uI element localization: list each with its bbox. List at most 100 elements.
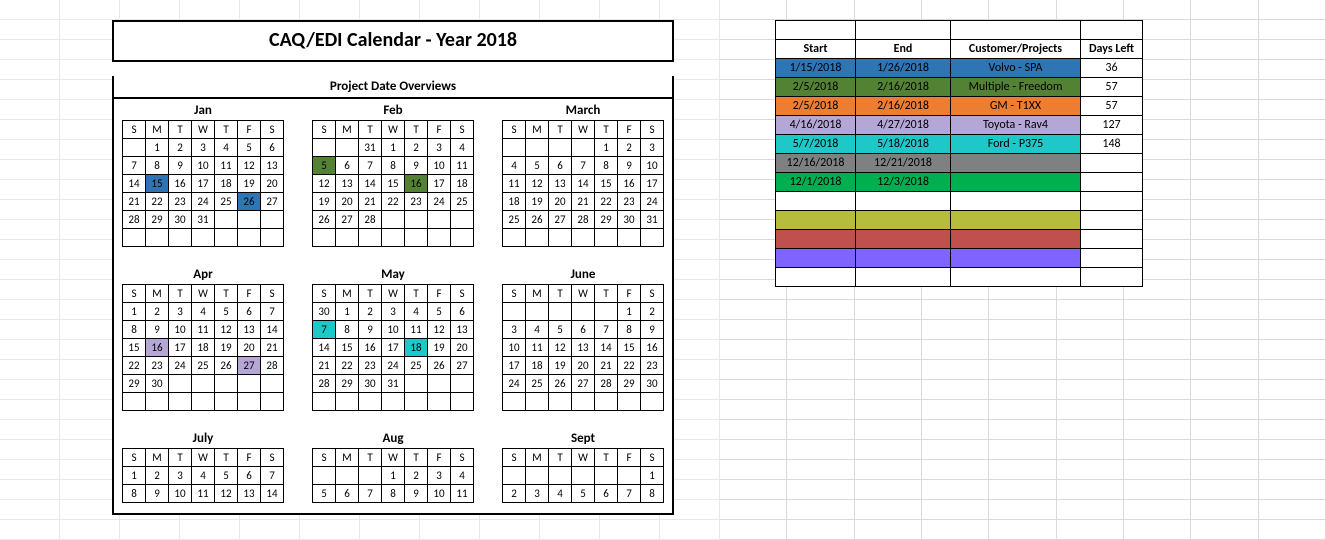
day-cell[interactable]: 19 — [428, 339, 451, 357]
day-cell[interactable]: 29 — [618, 375, 641, 393]
day-cell[interactable]: 2 — [405, 139, 428, 157]
day-cell[interactable]: 20 — [549, 193, 572, 211]
day-cell[interactable]: 11 — [192, 485, 215, 503]
table-cell[interactable] — [1081, 154, 1143, 173]
day-cell[interactable]: 9 — [405, 485, 428, 503]
day-cell[interactable]: 13 — [451, 321, 474, 339]
day-cell[interactable] — [169, 229, 192, 247]
day-cell[interactable]: 10 — [428, 485, 451, 503]
day-cell[interactable]: 25 — [451, 193, 474, 211]
day-cell[interactable]: 13 — [238, 321, 261, 339]
day-cell[interactable]: 3 — [428, 467, 451, 485]
day-cell[interactable]: 25 — [503, 211, 526, 229]
day-cell[interactable]: 11 — [503, 175, 526, 193]
table-cell[interactable]: Toyota - Rav4 — [951, 116, 1081, 135]
day-cell[interactable]: 16 — [359, 339, 382, 357]
day-cell[interactable]: 30 — [618, 211, 641, 229]
day-cell[interactable] — [146, 229, 169, 247]
day-cell[interactable]: 25 — [405, 357, 428, 375]
table-cell[interactable]: 2/5/2018 — [776, 78, 856, 97]
table-cell[interactable] — [1081, 192, 1143, 211]
day-cell[interactable] — [169, 393, 192, 411]
day-cell[interactable]: 10 — [192, 157, 215, 175]
day-cell[interactable]: 6 — [238, 467, 261, 485]
day-cell[interactable] — [238, 211, 261, 229]
day-cell[interactable]: 9 — [405, 157, 428, 175]
day-cell[interactable]: 4 — [549, 485, 572, 503]
day-cell[interactable] — [313, 393, 336, 411]
day-cell[interactable] — [238, 375, 261, 393]
day-cell[interactable] — [503, 393, 526, 411]
table-cell[interactable] — [856, 249, 951, 268]
day-cell[interactable] — [549, 467, 572, 485]
day-cell[interactable]: 29 — [123, 375, 146, 393]
day-cell[interactable]: 29 — [595, 211, 618, 229]
day-cell[interactable]: 15 — [382, 175, 405, 193]
day-cell[interactable] — [451, 229, 474, 247]
day-cell[interactable]: 28 — [261, 357, 284, 375]
day-cell[interactable] — [451, 375, 474, 393]
day-cell[interactable]: 31 — [192, 211, 215, 229]
day-cell[interactable]: 5 — [572, 485, 595, 503]
day-cell[interactable]: 31 — [382, 375, 405, 393]
day-cell[interactable] — [503, 229, 526, 247]
day-cell[interactable] — [428, 211, 451, 229]
day-cell[interactable]: 26 — [238, 193, 261, 211]
day-cell[interactable]: 4 — [192, 467, 215, 485]
table-cell[interactable] — [951, 268, 1081, 287]
day-cell[interactable]: 10 — [641, 157, 664, 175]
day-cell[interactable]: 23 — [169, 193, 192, 211]
day-cell[interactable] — [215, 393, 238, 411]
day-cell[interactable]: 22 — [595, 193, 618, 211]
day-cell[interactable]: 31 — [641, 211, 664, 229]
day-cell[interactable] — [618, 393, 641, 411]
day-cell[interactable]: 11 — [215, 157, 238, 175]
table-cell[interactable] — [1081, 173, 1143, 192]
day-cell[interactable]: 21 — [572, 193, 595, 211]
day-cell[interactable] — [572, 303, 595, 321]
day-cell[interactable]: 19 — [549, 357, 572, 375]
day-cell[interactable]: 10 — [169, 485, 192, 503]
day-cell[interactable]: 11 — [405, 321, 428, 339]
day-cell[interactable]: 6 — [595, 485, 618, 503]
day-cell[interactable]: 8 — [123, 485, 146, 503]
day-cell[interactable] — [215, 211, 238, 229]
day-cell[interactable] — [192, 229, 215, 247]
day-cell[interactable]: 20 — [451, 339, 474, 357]
day-cell[interactable]: 11 — [526, 339, 549, 357]
day-cell[interactable] — [261, 229, 284, 247]
day-cell[interactable]: 5 — [215, 467, 238, 485]
day-cell[interactable]: 12 — [238, 157, 261, 175]
day-cell[interactable]: 24 — [169, 357, 192, 375]
day-cell[interactable] — [313, 139, 336, 157]
day-cell[interactable] — [359, 229, 382, 247]
day-cell[interactable]: 10 — [169, 321, 192, 339]
day-cell[interactable]: 22 — [336, 357, 359, 375]
day-cell[interactable]: 6 — [451, 303, 474, 321]
day-cell[interactable]: 23 — [618, 193, 641, 211]
table-cell[interactable]: 2/16/2018 — [856, 97, 951, 116]
day-cell[interactable]: 19 — [215, 339, 238, 357]
day-cell[interactable]: 15 — [595, 175, 618, 193]
day-cell[interactable]: 5 — [313, 485, 336, 503]
day-cell[interactable] — [215, 229, 238, 247]
table-cell[interactable]: 127 — [1081, 116, 1143, 135]
day-cell[interactable] — [526, 467, 549, 485]
day-cell[interactable]: 26 — [526, 211, 549, 229]
day-cell[interactable]: 20 — [238, 339, 261, 357]
day-cell[interactable]: 28 — [572, 211, 595, 229]
day-cell[interactable]: 14 — [261, 485, 284, 503]
table-cell[interactable] — [1081, 268, 1143, 287]
day-cell[interactable]: 2 — [146, 467, 169, 485]
day-cell[interactable]: 31 — [359, 139, 382, 157]
day-cell[interactable] — [526, 393, 549, 411]
table-cell[interactable]: 5/7/2018 — [776, 135, 856, 154]
day-cell[interactable]: 17 — [428, 175, 451, 193]
day-cell[interactable]: 23 — [405, 193, 428, 211]
table-cell[interactable] — [776, 249, 856, 268]
day-cell[interactable]: 16 — [618, 175, 641, 193]
day-cell[interactable]: 8 — [123, 321, 146, 339]
day-cell[interactable]: 8 — [382, 157, 405, 175]
day-cell[interactable]: 13 — [572, 339, 595, 357]
day-cell[interactable] — [146, 393, 169, 411]
